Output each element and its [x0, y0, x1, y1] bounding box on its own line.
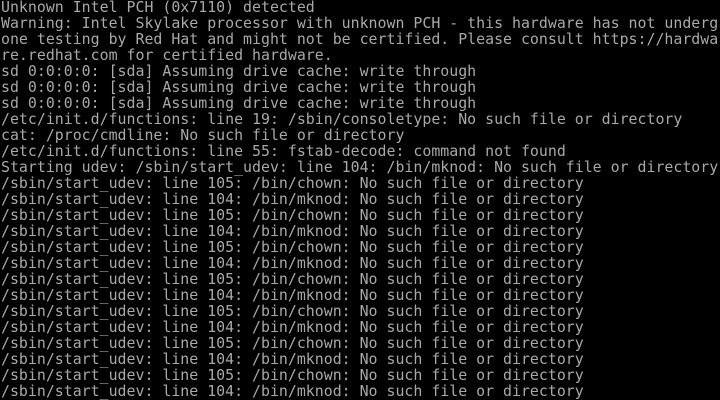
console-line: /etc/init.d/functions: line 55: fstab-de… [1, 142, 566, 160]
console-line: /sbin/start_udev: line 105: /bin/chown: … [1, 366, 584, 384]
console-line: /sbin/start_udev: line 104: /bin/mknod: … [1, 350, 584, 368]
console-line: /sbin/start_udev: line 104: /bin/mknod: … [1, 222, 584, 240]
console-line: Warning: Intel Skylake processor with un… [1, 14, 719, 32]
console-line: /sbin/start_udev: line 105: /bin/chown: … [1, 238, 584, 256]
console-line: sd 0:0:0:0: [sda] Assuming drive cache: … [1, 94, 477, 112]
console-screen: Unknown Intel PCH (0x7110) detected Warni… [0, 0, 720, 400]
console-line: /sbin/start_udev: line 104: /bin/mknod: … [1, 254, 584, 272]
console-line: re.redhat.com for certified hardware. [1, 46, 333, 64]
console-line: one testing by Red Hat and might not be … [1, 30, 719, 48]
console-line: cat: /proc/cmdline: No such file or dire… [1, 126, 405, 144]
console-line: /etc/init.d/functions: line 19: /sbin/co… [1, 110, 683, 128]
console-line: sd 0:0:0:0: [sda] Assuming drive cache: … [1, 62, 477, 80]
console-line: Unknown Intel PCH (0x7110) detected [1, 0, 315, 16]
console-line: sd 0:0:0:0: [sda] Assuming drive cache: … [1, 78, 477, 96]
console-line: /sbin/start_udev: line 104: /bin/mknod: … [1, 318, 584, 336]
console-line: /sbin/start_udev: line 104: /bin/mknod: … [1, 190, 584, 208]
console-line: Starting udev: /sbin/start_udev: line 10… [1, 158, 719, 176]
console-line: /sbin/start_udev: line 104: /bin/mknod: … [1, 382, 584, 400]
console-line: /sbin/start_udev: line 105: /bin/chown: … [1, 334, 584, 352]
console-line: /sbin/start_udev: line 105: /bin/chown: … [1, 270, 584, 288]
console-line: /sbin/start_udev: line 105: /bin/chown: … [1, 174, 584, 192]
console-line: /sbin/start_udev: line 104: /bin/mknod: … [1, 286, 584, 304]
console-line: /sbin/start_udev: line 105: /bin/chown: … [1, 206, 584, 224]
console-line: /sbin/start_udev: line 105: /bin/chown: … [1, 302, 584, 320]
